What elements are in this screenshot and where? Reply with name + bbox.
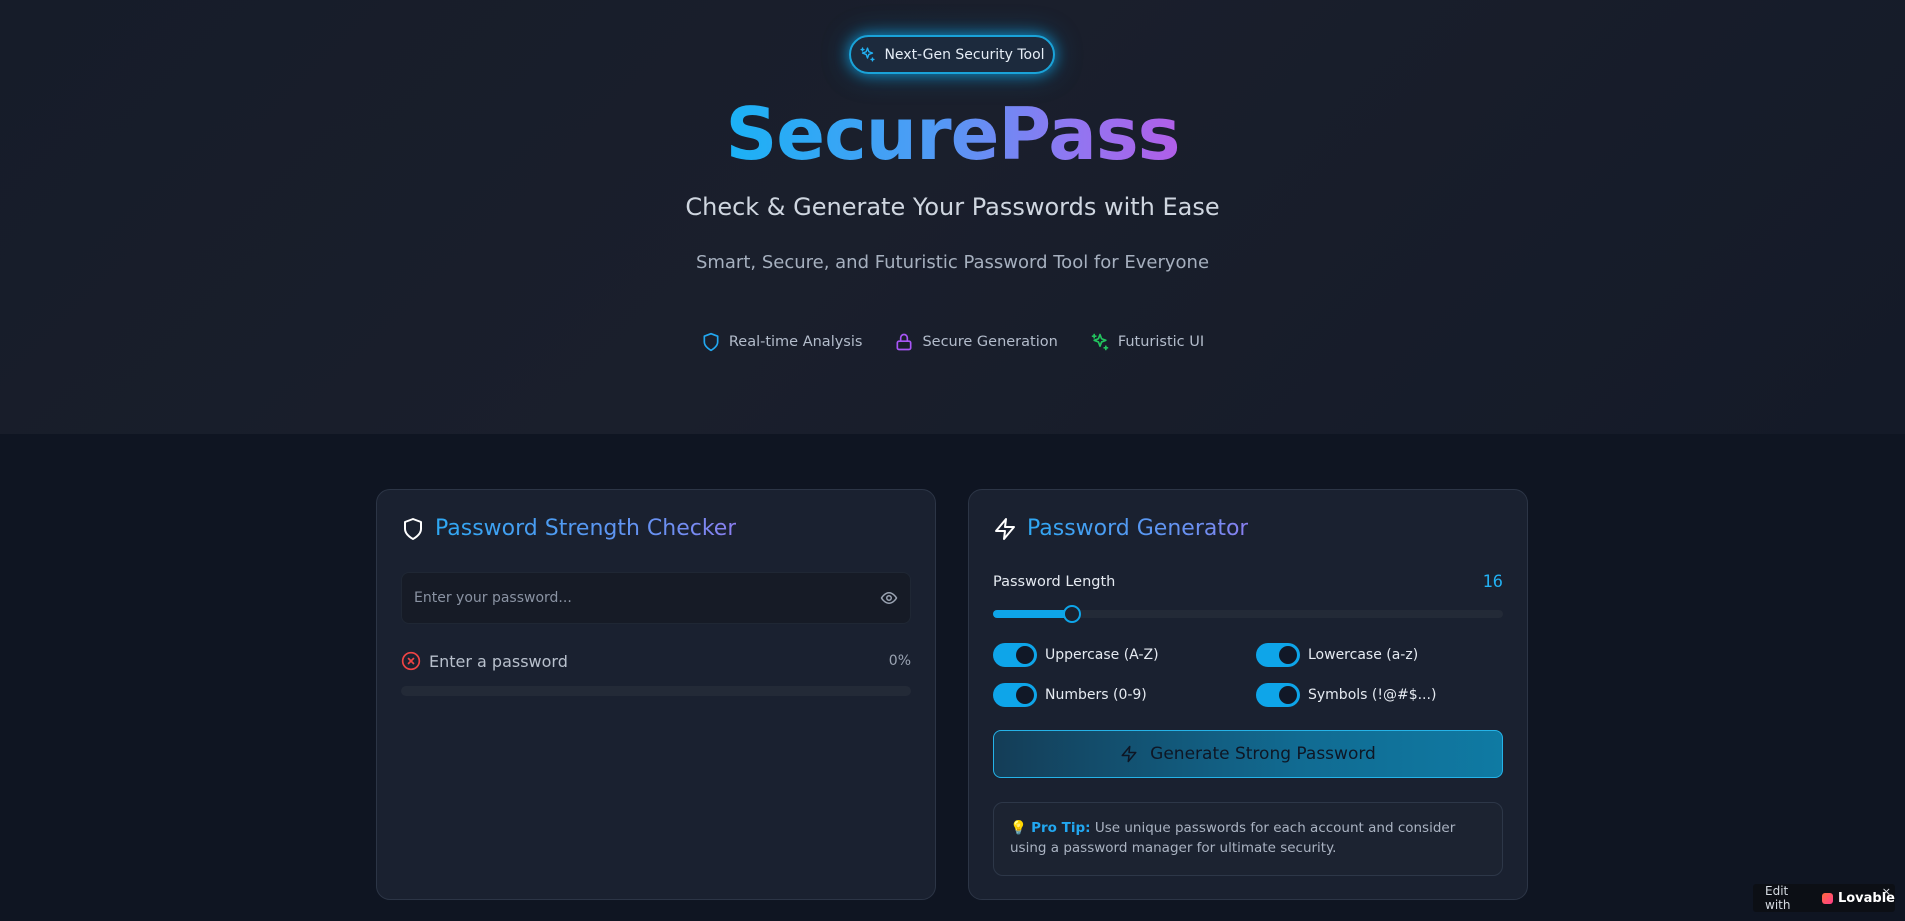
option-label: Numbers (0-9)	[1045, 687, 1147, 703]
zap-icon	[995, 517, 1015, 540]
feature-list: Real-time Analysis Secure Generation Fut…	[0, 332, 1905, 352]
strength-progress-bar	[401, 686, 911, 696]
strength-status-row: Enter a password 0%	[401, 650, 911, 672]
lovable-heart-icon	[1822, 892, 1833, 904]
option-symbols: Symbols (!@#$...)	[1256, 683, 1436, 707]
strength-checker-card: Password Strength Checker Enter a passwo…	[376, 489, 936, 900]
sparkles-icon	[860, 47, 876, 62]
pro-tip-title: Pro Tip:	[1031, 820, 1091, 836]
sparkles-icon	[1091, 333, 1109, 351]
feature-futuristic-ui: Futuristic UI	[1090, 332, 1204, 352]
password-input[interactable]	[414, 590, 880, 606]
option-label: Lowercase (a-z)	[1308, 647, 1419, 663]
option-uppercase: Uppercase (A-Z)	[993, 643, 1159, 667]
length-row: Password Length 16	[993, 572, 1503, 592]
zap-icon	[1121, 745, 1137, 763]
generator-title: Password Generator	[993, 516, 1248, 541]
feature-label: Secure Generation	[922, 334, 1058, 350]
close-icon[interactable]: ×	[1882, 885, 1891, 898]
uppercase-toggle[interactable]	[993, 643, 1037, 667]
feature-realtime-analysis: Real-time Analysis	[701, 332, 863, 352]
strength-percent: 0%	[888, 653, 911, 669]
lock-icon	[896, 333, 912, 351]
option-label: Uppercase (A-Z)	[1045, 647, 1159, 663]
lightbulb-icon: 💡	[1010, 820, 1027, 836]
hero-subtitle: Check & Generate Your Passwords with Eas…	[685, 193, 1220, 221]
strength-status-label: Enter a password	[429, 651, 568, 671]
numbers-toggle[interactable]	[993, 683, 1037, 707]
generate-button-label: Generate Strong Password	[1150, 744, 1376, 764]
length-slider-fill	[993, 610, 1073, 618]
x-circle-icon	[401, 651, 421, 671]
toggle-knob	[1279, 686, 1297, 704]
lowercase-toggle[interactable]	[1256, 643, 1300, 667]
toggle-knob	[1279, 646, 1297, 664]
hero-tagline: Smart, Secure, and Futuristic Password T…	[695, 252, 1210, 273]
feature-label: Real-time Analysis	[728, 334, 863, 350]
generate-password-button[interactable]: Generate Strong Password	[993, 730, 1503, 778]
eye-icon[interactable]	[880, 589, 898, 607]
option-label: Symbols (!@#$...)	[1308, 687, 1437, 703]
shield-icon	[404, 517, 422, 540]
strength-checker-title: Password Strength Checker	[401, 516, 736, 541]
shield-icon	[703, 332, 719, 352]
card-title-text: Password Generator	[1027, 516, 1249, 541]
feature-label: Futuristic UI	[1117, 334, 1205, 350]
edit-with-lovable-badge[interactable]: Edit with Lovable ×	[1753, 884, 1895, 912]
option-numbers: Numbers (0-9)	[993, 683, 1147, 707]
hero-badge: Next-Gen Security Tool	[849, 35, 1055, 74]
hero-badge-label: Next-Gen Security Tool	[884, 46, 1045, 63]
toggle-knob	[1016, 686, 1034, 704]
length-label: Password Length	[993, 574, 1116, 590]
brand-title: SecurePass	[725, 92, 1180, 176]
length-slider-thumb[interactable]	[1063, 605, 1082, 623]
card-title-text: Password Strength Checker	[435, 516, 737, 541]
option-lowercase: Lowercase (a-z)	[1256, 643, 1418, 667]
password-input-wrapper	[401, 572, 911, 624]
symbols-toggle[interactable]	[1256, 683, 1300, 707]
toggle-knob	[1016, 646, 1034, 664]
pro-tip: 💡 Pro Tip: Use unique passwords for each…	[993, 802, 1503, 876]
length-value: 16	[1482, 572, 1503, 592]
feature-secure-generation: Secure Generation	[894, 332, 1058, 352]
hero-section: Next-Gen Security Tool SecurePass Check …	[0, 0, 1905, 434]
length-slider[interactable]	[993, 605, 1503, 623]
lovable-prefix: Edit with	[1765, 884, 1791, 912]
password-generator-card: Password Generator Password Length 16 Up…	[968, 489, 1528, 900]
